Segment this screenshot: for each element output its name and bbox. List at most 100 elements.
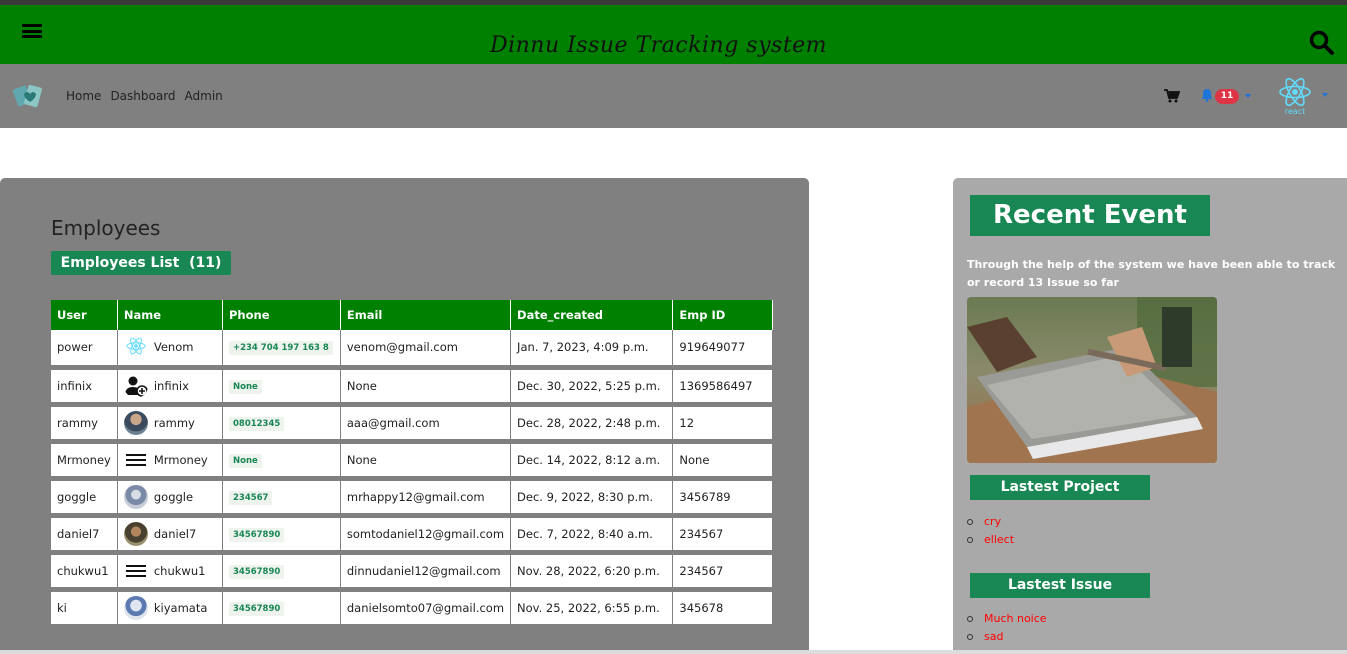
user-cell: Mrmoney (51, 441, 118, 481)
column-header-emp-id[interactable]: Emp ID (672, 300, 773, 330)
table-row[interactable]: Mrmoney Mrmoney None None Dec. 14, 2022,… (51, 441, 773, 481)
user-cell: infinix (51, 367, 118, 407)
email-cell: dinnudaniel12@gmail.com (340, 552, 512, 592)
date-cell: Dec. 30, 2022, 5:25 p.m. (510, 367, 674, 407)
emp-id-cell: 234567 (672, 515, 773, 555)
date-cell: Jan. 7, 2023, 4:09 p.m. (510, 330, 674, 370)
email-cell: None (340, 441, 512, 481)
emp-id-cell: 1369586497 (672, 367, 773, 407)
latest-issue-list: Much noice sad (967, 610, 1047, 646)
email-cell: somtodaniel12@gmail.com (340, 515, 512, 555)
date-cell: Dec. 14, 2022, 8:12 a.m. (510, 441, 674, 481)
user-cell: goggle (51, 478, 118, 518)
employees-list-badge[interactable]: Employees List (11) (51, 251, 231, 275)
avatar (123, 484, 148, 509)
date-cell: Nov. 28, 2022, 6:20 p.m. (510, 552, 674, 592)
email-cell: None (340, 367, 512, 407)
phone-cell: None (222, 441, 341, 481)
avatar (123, 521, 148, 546)
top-header: Dinnu Issue Tracking system (0, 5, 1347, 64)
menu-icon (125, 564, 146, 577)
menu-icon (125, 453, 146, 466)
column-header-phone[interactable]: Phone (222, 300, 341, 330)
user-cell: chukwu1 (51, 552, 118, 592)
nav-links: Home Dashboard Admin (66, 89, 232, 103)
project-link[interactable]: cry (967, 513, 1014, 531)
column-header-user[interactable]: User (51, 300, 118, 330)
column-header-name[interactable]: Name (117, 300, 223, 330)
date-cell: Dec. 7, 2022, 8:40 a.m. (510, 515, 674, 555)
table-row[interactable]: goggle goggle 234567 mrhappy12@gmail.com… (51, 478, 773, 518)
name-cell: Mrmoney (117, 441, 223, 481)
name-cell: goggle (117, 478, 223, 518)
column-header-email[interactable]: Email (340, 300, 512, 330)
user-avatar-react-icon[interactable]: react (1276, 76, 1316, 116)
nav-link-home[interactable]: Home (66, 89, 101, 103)
nav-link-dashboard[interactable]: Dashboard (110, 89, 175, 103)
phone-cell: 234567 (222, 478, 341, 518)
chevron-down-icon[interactable] (1322, 93, 1328, 97)
construction-photo (967, 297, 1217, 463)
react-icon (123, 335, 148, 360)
employee-name: daniel7 (153, 526, 197, 541)
column-header-date-created[interactable]: Date_created (510, 300, 674, 330)
user-cell: ki (51, 589, 118, 629)
table-row[interactable]: daniel7 daniel7 34567890 somtodaniel12@g… (51, 515, 773, 555)
avatar-text: react (1285, 107, 1305, 116)
table-row[interactable]: chukwu1 chukwu1 34567890 dinnudaniel12@g… (51, 552, 773, 592)
emp-id-cell: 345678 (672, 589, 773, 629)
issue-link[interactable]: sad (967, 628, 1047, 646)
phone-badge: 08012345 (228, 416, 285, 431)
project-link[interactable]: ellect (967, 531, 1014, 549)
phone-cell: 34567890 (222, 515, 341, 555)
email-cell: venom@gmail.com (340, 330, 512, 370)
phone-cell: 34567890 (222, 552, 341, 592)
latest-issue-badge: Lastest Issue (970, 573, 1150, 598)
recent-event-description: Through the help of the system we have b… (967, 258, 1336, 289)
site-title: Dinnu Issue Tracking system (489, 33, 828, 58)
employee-name: kiyamata (153, 600, 208, 615)
horizontal-scrollbar[interactable] (0, 650, 1347, 654)
employees-heading: Employees (51, 216, 161, 240)
email-cell: mrhappy12@gmail.com (340, 478, 512, 518)
phone-badge: 34567890 (228, 601, 285, 616)
name-cell: daniel7 (117, 515, 223, 555)
avatar (123, 410, 148, 435)
chevron-down-icon (1245, 94, 1251, 98)
avatar (123, 595, 148, 620)
date-cell: Dec. 28, 2022, 2:48 p.m. (510, 404, 674, 444)
phone-badge: +234 704 197 163 8 (228, 341, 333, 356)
table-row[interactable]: rammy rammy 08012345 aaa@gmail.com Dec. … (51, 404, 773, 444)
phone-badge: None (228, 379, 262, 394)
phone-badge: 234567 (228, 490, 273, 505)
phone-badge: None (228, 453, 262, 468)
table-row[interactable]: power Venom +234 704 197 163 8 venom@gma… (51, 330, 773, 370)
cart-icon[interactable] (1164, 89, 1180, 103)
table-row[interactable]: ki kiyamata 34567890 danielsomto07@gmail… (51, 589, 773, 629)
employee-name: infinix (153, 378, 189, 393)
name-cell: infinix (117, 367, 223, 407)
search-icon[interactable] (1308, 29, 1336, 57)
issue-link[interactable]: Much noice (967, 610, 1047, 628)
latest-project-badge: Lastest Project (970, 475, 1150, 500)
name-cell: chukwu1 (117, 552, 223, 592)
name-cell: Venom (117, 330, 223, 370)
date-cell: Dec. 9, 2022, 8:30 p.m. (510, 478, 674, 518)
user-cell: rammy (51, 404, 118, 444)
employee-name: Mrmoney (153, 452, 208, 467)
phone-cell: +234 704 197 163 8 (222, 330, 341, 370)
user-cell: power (51, 330, 118, 370)
name-cell: kiyamata (117, 589, 223, 629)
recent-event-panel: Recent Event Through the help of the sys… (953, 178, 1347, 654)
emp-id-cell: 234567 (672, 552, 773, 592)
employee-name: Venom (153, 340, 194, 355)
nav-link-admin[interactable]: Admin (185, 89, 223, 103)
logo-icon[interactable] (12, 80, 46, 112)
employees-list-count: (11) (189, 255, 222, 271)
table-row[interactable]: infinix infinix None None Dec. 30, 2022,… (51, 367, 773, 407)
phone-badge: 34567890 (228, 527, 285, 542)
phone-cell: 08012345 (222, 404, 341, 444)
user-cell: daniel7 (51, 515, 118, 555)
email-cell: danielsomto07@gmail.com (340, 589, 512, 629)
employees-table: User Name Phone Email Date_created Emp I… (51, 300, 773, 629)
